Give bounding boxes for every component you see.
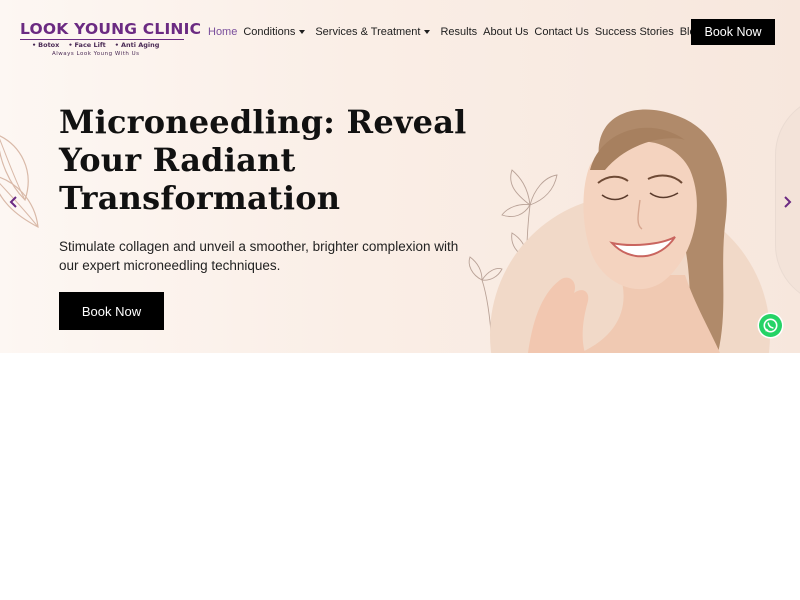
nav-item-label: Results bbox=[440, 26, 478, 38]
nav-item-success-stories[interactable]: Success Stories bbox=[595, 25, 674, 39]
nav-item-label: Services & Treatment bbox=[315, 26, 421, 38]
nav-item-label: Contact Us bbox=[534, 26, 589, 38]
nav-item-results[interactable]: Results bbox=[440, 25, 477, 39]
caret-down-icon bbox=[299, 30, 306, 34]
logo-title: LOOK YOUNG CLINIC bbox=[20, 20, 202, 38]
logo-divider bbox=[20, 39, 184, 40]
header-book-now-button[interactable]: Book Now bbox=[691, 19, 775, 45]
leaf-decoration-icon bbox=[0, 135, 39, 229]
whatsapp-icon[interactable] bbox=[759, 314, 782, 337]
hero-subtitle: Stimulate collagen and unveil a smoother… bbox=[59, 239, 459, 273]
caret-down-icon bbox=[424, 30, 431, 34]
logo-tag: Face Lift bbox=[68, 41, 106, 50]
logo-tag: Botox bbox=[32, 41, 59, 50]
hero-banner: LOOK YOUNG CLINIC Botox Face Lift Anti A… bbox=[0, 0, 800, 353]
nav-item-label: Home bbox=[208, 26, 238, 38]
hero-title-line: Transformation bbox=[59, 179, 341, 217]
nav-item-services[interactable]: Services & Treatment bbox=[315, 25, 431, 39]
logo-tag: Anti Aging bbox=[115, 41, 159, 50]
logo-slogan: Always Look Young With Us bbox=[52, 51, 140, 57]
nav-item-contact[interactable]: Contact Us bbox=[534, 25, 588, 39]
nav-item-conditions[interactable]: Conditions bbox=[243, 25, 306, 39]
clinic-logo[interactable]: LOOK YOUNG CLINIC Botox Face Lift Anti A… bbox=[20, 20, 202, 58]
hero-book-now-button[interactable]: Book Now bbox=[59, 292, 164, 330]
logo-tags: Botox Face Lift Anti Aging bbox=[20, 41, 186, 50]
chevron-left-icon[interactable] bbox=[6, 193, 22, 211]
hero-title: Microneedling: Reveal Your Radiant Trans… bbox=[59, 103, 479, 217]
chevron-right-icon[interactable] bbox=[779, 193, 795, 211]
main-nav: Home Conditions Services & Treatment Res… bbox=[208, 25, 713, 39]
hero-title-line: Your Radiant bbox=[59, 141, 296, 179]
nav-item-label: Success Stories bbox=[594, 26, 674, 38]
hero-model-image bbox=[470, 95, 770, 353]
hero-title-line: Microneedling: Reveal bbox=[59, 103, 467, 141]
nav-item-home[interactable]: Home bbox=[208, 25, 237, 39]
nav-item-label: About Us bbox=[483, 26, 529, 38]
nav-item-label: Conditions bbox=[243, 26, 296, 38]
page-body-blank bbox=[0, 353, 800, 600]
nav-item-about[interactable]: About Us bbox=[483, 25, 528, 39]
site-header: LOOK YOUNG CLINIC Botox Face Lift Anti A… bbox=[0, 0, 800, 66]
